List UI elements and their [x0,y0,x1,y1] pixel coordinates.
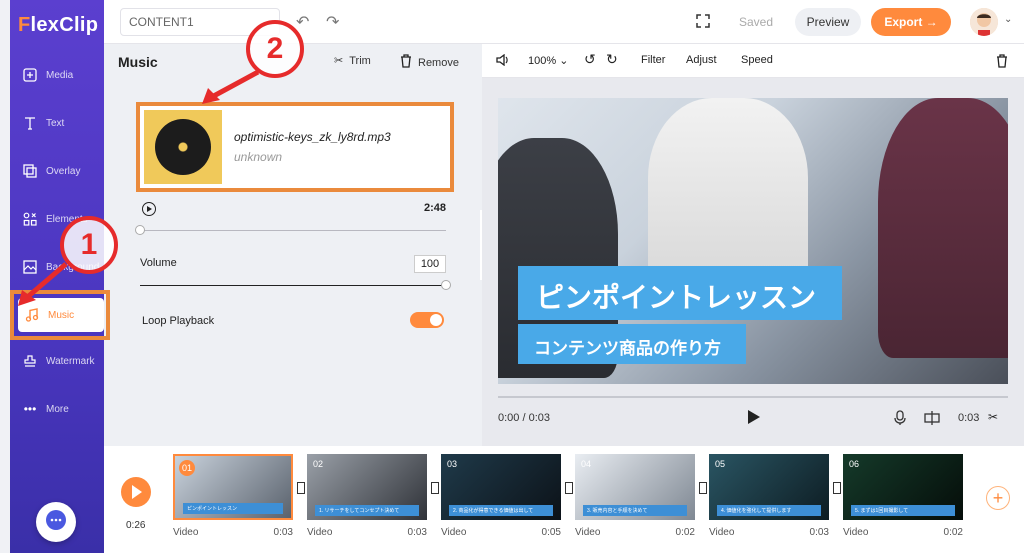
sidebar-item-watermark[interactable]: Watermark [10,344,104,378]
more-icon: ••• [23,402,37,416]
timeline-clip[interactable]: 01 ピンポイントレッスン [173,454,293,520]
preview-time: 0:00 / 0:03 [498,412,550,424]
undo-icon[interactable]: ↶ [296,12,309,32]
scissors-icon: ✂ [334,55,344,67]
sidebar-item-media[interactable]: Media [10,58,104,92]
trim-button[interactable]: ✂ Trim [334,54,371,68]
plus-icon: + [992,487,1004,508]
clip-meta: Video 0:02 [575,527,695,538]
sidebar-item-overlay[interactable]: Overlay [10,154,104,188]
speed-button[interactable]: Speed [741,54,773,66]
volume-handle[interactable] [441,280,451,290]
music-progress-slider[interactable] [140,230,446,231]
clip-duration: 0:03 [958,412,980,424]
timeline-clip[interactable]: 05 4. 価値化を強化して提供します [709,454,829,520]
music-progress-handle[interactable] [135,225,145,235]
music-artist: unknown [234,150,283,164]
chat-icon [45,509,67,536]
scissors-icon[interactable]: ✂ [988,410,998,424]
overlay-icon [22,163,38,179]
music-panel: Music ✂ Trim Remove optimistic-keys_zk_l… [104,44,482,446]
adjust-button[interactable]: Adjust [686,54,717,66]
timeline-clip[interactable]: 06 5. まずは1回目撮影して [843,454,963,520]
delete-clip-icon[interactable] [996,54,1008,71]
loop-playback-toggle[interactable] [410,312,444,328]
transition-icon[interactable] [565,482,573,494]
preview-canvas: ピンポイントレッスン コンテンツ商品の作り方 0:00 / 0:03 0:03 … [482,78,1024,446]
chevron-down-icon: ⌄ [559,55,569,67]
transition-icon[interactable] [431,482,439,494]
video-title-overlay[interactable]: ピンポイントレッスン [518,266,842,320]
clip-meta: Video 0:05 [441,527,561,538]
saved-status: Saved [738,15,774,29]
chat-support-button[interactable] [36,502,76,542]
loop-playback-label: Loop Playback [142,315,215,327]
trash-icon [400,54,412,71]
video-preview[interactable]: ピンポイントレッスン コンテンツ商品の作り方 [498,98,1008,384]
volume-label: Volume [140,257,177,269]
sidebar-item-more[interactable]: ••• More [10,392,104,426]
video-subtitle-overlay[interactable]: コンテンツ商品の作り方 [518,324,746,364]
top-bar: ↶ ↷ Saved Preview Export → ⌄ [104,0,1024,44]
app-logo[interactable]: FlexClip [18,14,98,37]
user-avatar[interactable] [970,8,998,36]
timeline: 0:26 01 ピンポイントレッスン Video 0:03 02 1. リサーチを… [104,446,1024,553]
volume-slider[interactable] [140,285,446,286]
preview-play-button[interactable] [748,410,760,424]
microphone-icon[interactable] [894,410,906,431]
clip-meta: Video 0:03 [709,527,829,538]
clip-meta: Video 0:02 [843,527,963,538]
split-icon[interactable] [924,411,940,430]
transition-icon[interactable] [297,482,305,494]
timeline-play-button[interactable] [121,477,151,507]
redo-icon[interactable]: ↷ [326,12,339,32]
preview-button[interactable]: Preview [795,8,861,36]
media-icon [22,67,38,83]
zoom-dropdown[interactable]: 100% ⌄ [528,54,568,67]
remove-button[interactable]: Remove [400,54,459,71]
rotate-left-icon[interactable]: ↺ [584,51,596,68]
volume-icon[interactable] [496,53,510,69]
rotate-right-icon[interactable]: ↻ [606,51,618,68]
sidebar-item-label: Overlay [46,165,81,177]
text-icon [22,115,38,131]
music-filename: optimistic-keys_zk_ly8rd.mp3 [234,130,391,144]
preview-progress-bar[interactable] [498,396,1008,398]
music-thumbnail [144,110,222,184]
add-clip-button[interactable]: + [986,486,1010,510]
sidebar-item-label: Text [46,117,65,129]
export-button[interactable]: Export → [871,8,951,36]
timeline-clip[interactable]: 02 1. リサーチをしてコンセプト決めて [307,454,427,520]
elements-icon [22,211,38,227]
filter-button[interactable]: Filter [641,54,665,66]
clip-meta: Video 0:03 [307,527,427,538]
panel-title: Music [118,54,158,70]
music-play-button[interactable] [142,202,156,216]
timeline-total-time: 0:26 [126,520,146,531]
music-duration: 2:48 [424,202,447,214]
sidebar-item-label: More [46,403,69,415]
scene-person-right [878,98,1008,358]
volume-value-field[interactable]: 100 [414,255,446,273]
chevron-down-icon[interactable]: ⌄ [1004,14,1012,25]
sidebar-item-text[interactable]: Text [10,106,104,140]
vinyl-icon [155,119,211,175]
annotation-arrow-2 [202,69,260,104]
transition-icon[interactable] [699,482,707,494]
transition-icon[interactable] [833,482,841,494]
annotation-arrow-1 [18,262,68,306]
watermark-icon [22,353,38,369]
timeline-clip[interactable]: 04 3. 販売内容と手順を決めて [575,454,695,520]
sidebar-item-label: Media [46,69,74,81]
clip-meta: Video 0:03 [173,527,293,538]
fullscreen-icon[interactable] [696,14,710,33]
timeline-clip[interactable]: 03 2. 商品化が得意できる価値は出して [441,454,561,520]
preview-toolbar: 100% ⌄ ↺ ↻ Filter Adjust Speed [482,44,1024,78]
music-track-card[interactable]: optimistic-keys_zk_ly8rd.mp3 unknown [136,102,454,192]
sidebar-item-label: Watermark [46,355,95,367]
